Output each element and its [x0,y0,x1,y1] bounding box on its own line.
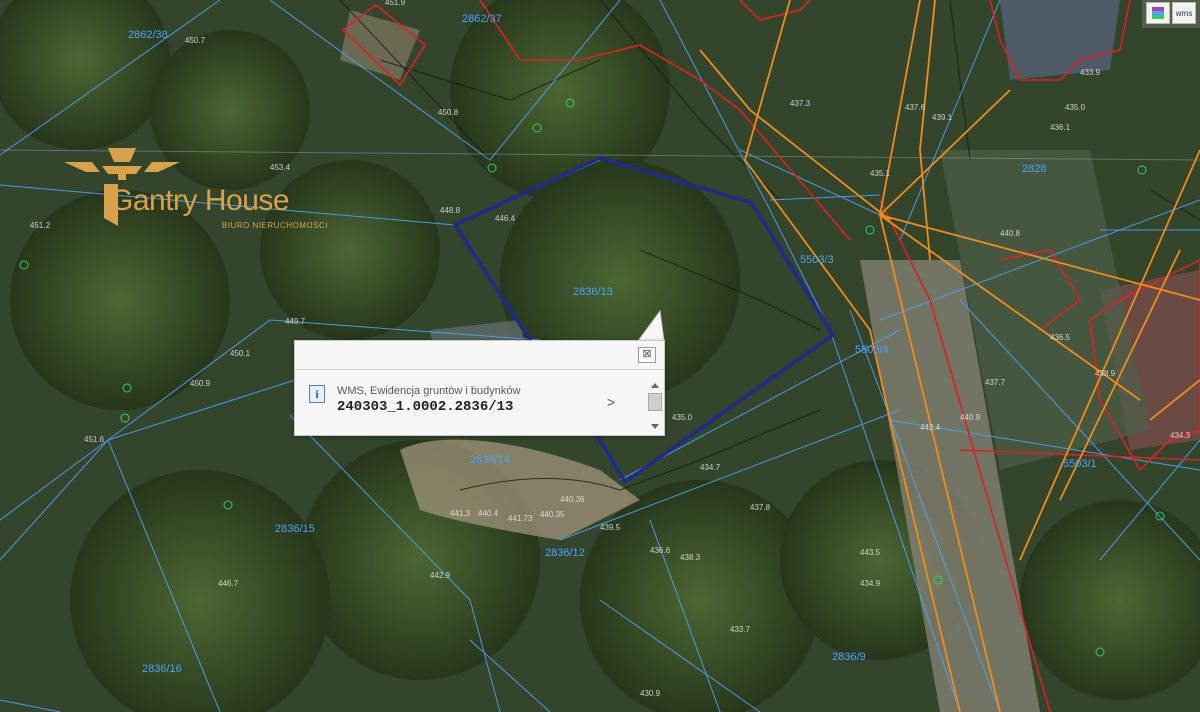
height-label: 433.7 [730,625,751,634]
height-label: 437.7 [985,378,1006,387]
parcel-label-2836-14: 2836/14 [470,454,510,466]
height-label: 451.9 [385,0,406,7]
parcel-label-2836-15: 2836/15 [275,523,315,535]
height-label: 436.5 [1050,333,1071,342]
height-label: 440.36 [560,495,585,504]
height-label: 441.73 [508,514,533,523]
layers-icon [1152,7,1164,19]
height-label: 436.6 [650,546,671,555]
height-label: 440.4 [478,509,499,518]
height-label: 446.4 [495,214,516,223]
map-toolbar: wms [1142,0,1200,28]
wms-label: wms [1175,8,1193,18]
height-label: 434.3 [1170,431,1191,440]
scroll-thumb[interactable] [648,393,662,411]
height-label: 435.0 [1065,103,1086,112]
parcel-label-2862-38: 2862/38 [128,29,168,41]
height-label: 437.8 [750,503,771,512]
logo-brand-text: Gantry House [110,184,290,217]
height-label: 434.9 [860,579,881,588]
height-label: 438.9 [1095,369,1116,378]
height-label: 451.2 [30,221,51,230]
height-label: 448.8 [440,206,461,215]
wms-button[interactable]: wms [1172,2,1196,24]
popup-divider [295,369,664,370]
height-label: 438.3 [680,553,701,562]
scroll-up-icon[interactable] [651,383,659,388]
height-label: 450.9 [190,379,211,388]
height-label: 446.7 [218,579,239,588]
height-label: 435.0 [672,413,693,422]
parcel-label-2836-12: 2836/12 [545,547,585,559]
parcel-label-2836-9: 2836/9 [832,651,866,663]
height-label: 450.7 [185,36,206,45]
popup-layer-title: WMS, Ewidencja gruntów i budynków [337,385,521,397]
height-label: 451.6 [84,435,105,444]
height-label: 440.9 [960,413,981,422]
height-label: 437.3 [790,99,811,108]
height-label: 441.3 [450,509,471,518]
parcel-label-2836-13: 2836/13 [573,286,613,298]
popup-parcel-id[interactable]: 240303_1.0002.2836/13 [337,399,513,415]
height-label: 442.9 [430,571,451,580]
parcel-label-2836-16: 2836/16 [142,663,182,675]
parcel-label-5503-1: 5503/1 [1063,458,1097,470]
height-label: 440.8 [1000,229,1021,238]
scroll-down-icon[interactable] [651,424,659,429]
feature-info-popup: ⊠ i WMS, Ewidencja gruntów i budynków 24… [294,340,665,436]
height-label: 434.7 [700,463,721,472]
height-label: 437.6 [905,103,926,112]
info-icon: i [309,385,325,403]
popup-next-button[interactable]: > [607,394,615,410]
height-label: 450.8 [438,108,459,117]
height-label: 450.1 [230,349,251,358]
parcel-label-5503-3: 5503/3 [800,254,834,266]
height-label: 439.5 [600,523,621,532]
height-label: 440.35 [540,510,565,519]
height-label: 435.1 [870,169,891,178]
parcel-label-2828: 2828 [1022,163,1046,175]
gantry-house-logo: Gantry House BIURO NIERUCHOMOŚCI [62,148,337,238]
height-label: 439.1 [932,113,953,122]
parcel-label-5503-4: 5503/4 [855,344,889,356]
layers-button[interactable] [1146,2,1170,24]
height-label: 430.9 [640,689,661,698]
parcel-label-2862-37: 2862/37 [462,13,502,25]
height-label: 433.9 [1080,68,1101,77]
height-label: 443.5 [860,548,881,557]
popup-scrollbar[interactable] [648,379,662,431]
popup-close-button[interactable]: ⊠ [638,347,656,363]
height-label: 449.7 [285,317,306,326]
height-label: 442.4 [920,423,941,432]
popup-pointer [637,309,665,341]
logo-tagline: BIURO NIERUCHOMOŚCI [222,221,328,230]
height-label: 436.1 [1050,123,1071,132]
